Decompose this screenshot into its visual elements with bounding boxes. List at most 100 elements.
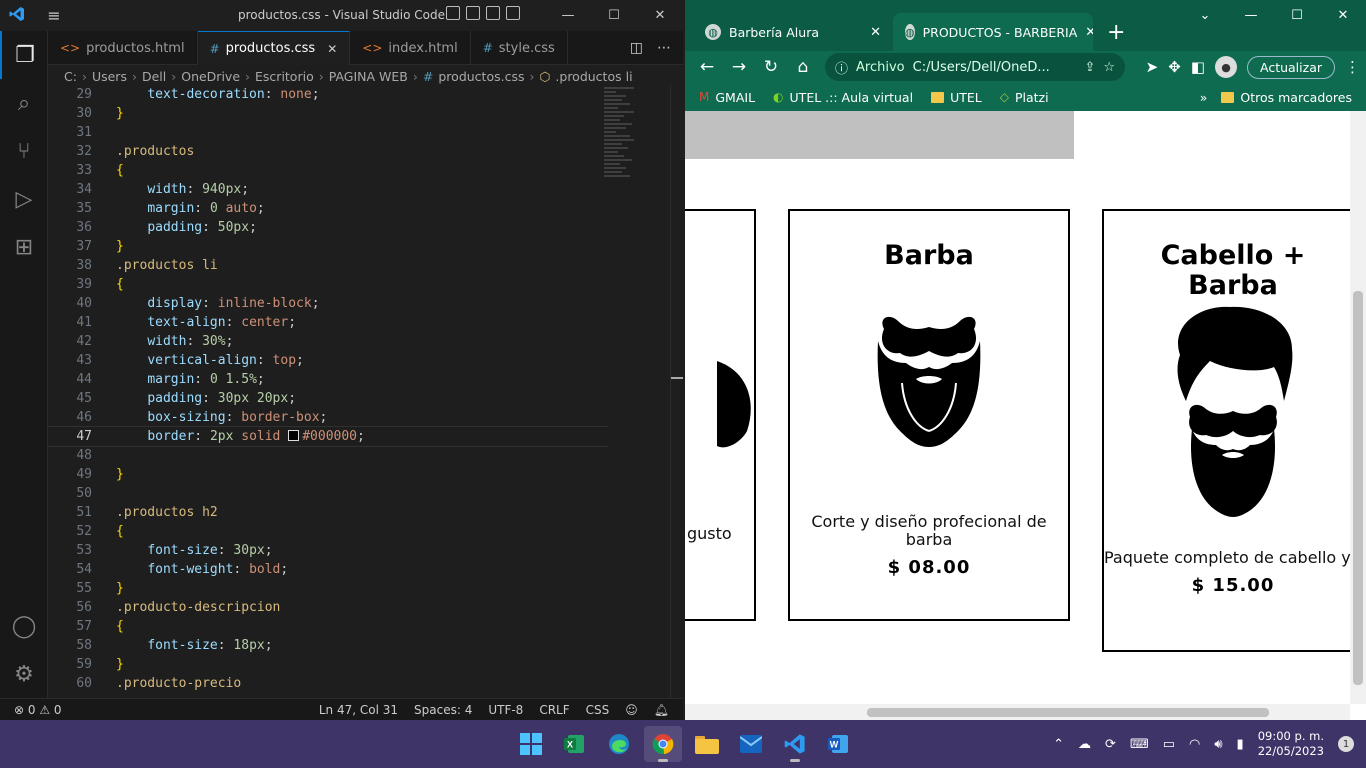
search-icon[interactable]: ⌕	[0, 79, 48, 127]
bookmark-star-icon[interactable]: ☆	[1103, 60, 1115, 75]
forward-arrow-icon[interactable]: →	[723, 57, 755, 77]
share-icon[interactable]: ⇪	[1084, 60, 1095, 75]
clock[interactable]: 09:00 p. m. 22/05/2023	[1258, 729, 1324, 759]
edge-app[interactable]	[600, 726, 638, 762]
file-explorer-app[interactable]	[688, 726, 726, 762]
start-button[interactable]	[512, 726, 550, 762]
breadcrumb-item[interactable]: productos.css	[438, 69, 524, 84]
volume-icon[interactable]: 🔊︎	[1214, 737, 1222, 752]
breadcrumb-item[interactable]: PAGINA WEB	[329, 69, 408, 84]
breadcrumb-item[interactable]: C:	[64, 69, 77, 84]
more-bookmarks-icon[interactable]: »	[1200, 90, 1208, 105]
maximize-icon[interactable]: ☐	[591, 0, 637, 31]
extensions-puzzle-icon[interactable]: ✥	[1168, 58, 1181, 76]
product-price: $ 08.00	[887, 557, 971, 578]
info-icon[interactable]: ⓘ	[835, 58, 848, 77]
kebab-menu-icon[interactable]: ⋮	[1345, 58, 1360, 76]
breadcrumb-item[interactable]: Users	[92, 69, 127, 84]
settings-gear-icon[interactable]: ⚙	[0, 650, 48, 698]
minimize-icon[interactable]: —	[1228, 0, 1274, 30]
bookmark-gmail[interactable]: M GMAIL	[699, 90, 755, 105]
problems-indicator[interactable]: ⊗ 0 ⚠ 0	[14, 703, 62, 717]
close-icon[interactable]: ✕	[637, 0, 683, 31]
minimap[interactable]	[604, 85, 666, 225]
address-bar[interactable]: ⓘ Archivo C:/Users/Dell/OneD... ⇪ ☆	[825, 53, 1125, 81]
sync-icon[interactable]: ⟳	[1105, 737, 1116, 752]
system-tray: ⌃ ☁ ⟳ ⌨ ▭ ◠ 🔊︎ ▮ 09:00 p. m. 22/05/2023 …	[1053, 720, 1354, 768]
breadcrumb-item[interactable]: Dell	[142, 69, 166, 84]
browser-tab-barberia[interactable]: ◍ Barbería Alura ✕	[693, 13, 893, 51]
code-editor[interactable]: 29 text-decoration: none; 30} 31 32 .prod…	[48, 85, 608, 698]
product-description: Corte y diseño profecional de barba	[811, 512, 1047, 549]
product-description: gusto	[687, 524, 732, 543]
bookmark-utel-aula[interactable]: ◐ UTEL .:: Aula virtual	[773, 90, 913, 105]
more-actions-icon[interactable]: ⋯	[657, 40, 671, 56]
close-tab-icon[interactable]: ✕	[327, 42, 337, 56]
vscode-app[interactable]	[776, 726, 814, 762]
close-tab-icon[interactable]: ✕	[1085, 25, 1093, 40]
browser-tab-strip: ◍ Barbería Alura ✕ ◍ PRODUCTOS - BARBERI…	[685, 0, 1366, 51]
cursor-extension-icon[interactable]: ➤	[1146, 58, 1159, 76]
tab-label: style.css	[498, 40, 555, 56]
browser-tab-productos[interactable]: ◍ PRODUCTOS - BARBERIA ✕	[893, 13, 1093, 51]
extensions-icon[interactable]: ⊞	[0, 223, 48, 271]
other-bookmarks-folder[interactable]: Otros marcadores	[1221, 90, 1352, 105]
update-button[interactable]: Actualizar	[1247, 55, 1335, 79]
bookmark-utel[interactable]: UTEL	[931, 90, 982, 105]
tab-productos-css[interactable]: # productos.css ✕	[197, 31, 351, 65]
display-icon[interactable]: ▭	[1163, 737, 1175, 752]
indentation[interactable]: Spaces: 4	[414, 703, 472, 717]
back-arrow-icon[interactable]: ←	[691, 57, 723, 77]
tab-search-icon[interactable]: ⌄	[1182, 0, 1228, 30]
account-icon[interactable]: ◯	[0, 602, 48, 650]
page-horizontal-scrollbar[interactable]	[685, 704, 1350, 720]
minimize-icon[interactable]: —	[545, 0, 591, 31]
breadcrumb-item[interactable]: OneDrive	[181, 69, 240, 84]
avatar[interactable]: ●	[1215, 56, 1237, 78]
excel-app[interactable]: X	[556, 726, 594, 762]
new-tab-button[interactable]: +	[1093, 13, 1139, 51]
onedrive-cloud-icon[interactable]: ☁	[1078, 737, 1091, 752]
hamburger-menu-icon[interactable]: ≡	[34, 6, 74, 25]
bookmark-label: Platzi	[1014, 89, 1049, 105]
maximize-icon[interactable]: ☐	[1274, 0, 1320, 30]
notifications-bell-icon[interactable]: 🔔︎	[654, 703, 669, 717]
mail-app[interactable]	[732, 726, 770, 762]
side-panel-icon[interactable]: ◧	[1191, 58, 1205, 76]
editor-scrollbar[interactable]	[670, 85, 683, 698]
chrome-app[interactable]	[644, 726, 682, 762]
home-icon[interactable]: ⌂	[787, 57, 819, 77]
tab-style-css[interactable]: # style.css	[471, 31, 568, 65]
battery-icon[interactable]: ▮	[1237, 737, 1244, 752]
run-debug-icon[interactable]: ▷	[0, 175, 48, 223]
breadcrumb-item[interactable]: Escritorio	[255, 69, 314, 84]
show-hidden-icons-chevron-icon[interactable]: ⌃	[1053, 737, 1064, 752]
edge-icon	[609, 734, 629, 754]
tab-productos-html[interactable]: <> productos.html	[48, 31, 198, 65]
bookmark-platzi[interactable]: ◇ Platzi	[1000, 90, 1049, 105]
reload-icon[interactable]: ↻	[755, 57, 787, 77]
encoding[interactable]: UTF-8	[488, 703, 523, 717]
toggle-secondary-sidebar-icon[interactable]	[486, 6, 500, 20]
feedback-icon[interactable]: ☺	[625, 703, 638, 717]
close-tab-icon[interactable]: ✕	[870, 25, 881, 40]
keyboard-icon[interactable]: ⌨	[1130, 737, 1149, 752]
notification-badge[interactable]: 1	[1338, 736, 1354, 752]
language-mode[interactable]: CSS	[586, 703, 610, 717]
hair-and-beard-icon	[1177, 306, 1293, 517]
close-icon[interactable]: ✕	[1320, 0, 1366, 30]
breadcrumb-item[interactable]: .productos li	[555, 69, 632, 84]
split-editor-icon[interactable]: ◫	[630, 40, 643, 56]
toggle-panel-icon[interactable]	[466, 6, 480, 20]
address-scheme-label: Archivo	[856, 59, 905, 75]
explorer-icon[interactable]: ❐	[0, 31, 48, 79]
wifi-icon[interactable]: ◠	[1189, 737, 1200, 752]
source-control-icon[interactable]: ⑂	[0, 127, 48, 175]
word-app[interactable]: W	[820, 726, 858, 762]
customize-layout-icon[interactable]	[506, 6, 520, 20]
tab-index-html[interactable]: <> index.html	[350, 31, 471, 65]
page-vertical-scrollbar[interactable]	[1350, 111, 1366, 704]
toggle-sidebar-icon[interactable]	[446, 6, 460, 20]
end-of-line[interactable]: CRLF	[539, 703, 569, 717]
cursor-position[interactable]: Ln 47, Col 31	[319, 703, 398, 717]
